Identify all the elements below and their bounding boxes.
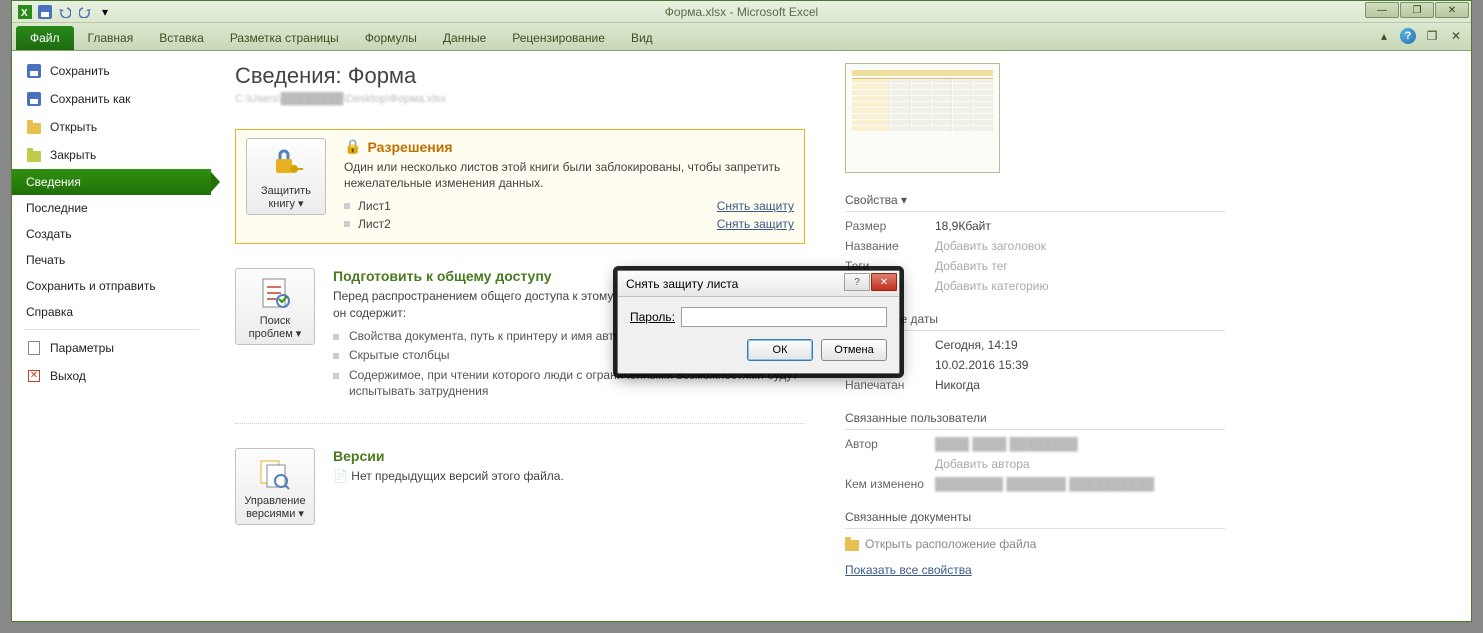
unprotect-link[interactable]: Снять защиту bbox=[717, 199, 794, 213]
tab-page-layout[interactable]: Разметка страницы bbox=[218, 26, 351, 50]
dates-header: Связанные даты bbox=[845, 308, 1225, 331]
minimize-ribbon-icon[interactable]: ▴ bbox=[1375, 27, 1393, 45]
nav-help[interactable]: Справка bbox=[12, 299, 211, 325]
nav-close[interactable]: Закрыть bbox=[12, 141, 211, 169]
dialog-close-button[interactable]: ✕ bbox=[871, 273, 897, 291]
sheet-row: Лист2 Снять защиту bbox=[344, 215, 794, 233]
tab-view[interactable]: Вид bbox=[619, 26, 665, 50]
folder-open-icon bbox=[26, 119, 42, 135]
qat-dropdown-icon[interactable]: ▾ bbox=[96, 3, 114, 21]
lock-small-icon: 🔒 bbox=[344, 138, 361, 155]
ribbon: Файл Главная Вставка Разметка страницы Ф… bbox=[12, 23, 1471, 51]
excel-icon: X bbox=[16, 3, 34, 21]
save-icon bbox=[26, 63, 42, 79]
users-header: Связанные пользователи bbox=[845, 407, 1225, 430]
nav-save-as[interactable]: Сохранить как bbox=[12, 85, 211, 113]
properties-pane: Свойства ▾ Размер18,9Кбайт НазваниеДобав… bbox=[845, 63, 1225, 621]
tab-data[interactable]: Данные bbox=[431, 26, 498, 50]
restore-button[interactable]: ❐ bbox=[1400, 2, 1434, 18]
nav-exit[interactable]: ✕Выход bbox=[12, 362, 211, 390]
file-path: C:\Users\████████\Desktop\Форма.xlsx bbox=[235, 93, 805, 105]
manage-versions-button[interactable]: Управление версиями ▾ bbox=[235, 448, 315, 525]
backstage-nav: Сохранить Сохранить как Открыть Закрыть … bbox=[12, 51, 211, 621]
permissions-block: Защитить книгу ▾ 🔒Разрешения Один или не… bbox=[235, 129, 805, 244]
permissions-desc: Один или несколько листов этой книги был… bbox=[344, 159, 794, 191]
checklist-icon bbox=[257, 275, 293, 311]
dialog-titlebar[interactable]: Снять защиту листа ? ✕ bbox=[618, 271, 899, 297]
password-label: Пароль: bbox=[630, 310, 675, 324]
versions-block: Управление версиями ▾ Версии 📄 Нет преды… bbox=[235, 448, 805, 547]
nav-new[interactable]: Создать bbox=[12, 221, 211, 247]
check-issues-button[interactable]: Поиск проблем ▾ bbox=[235, 268, 315, 345]
versions-none: 📄 Нет предыдущих версий этого файла. bbox=[333, 468, 805, 484]
minimize-button[interactable]: — bbox=[1365, 2, 1399, 18]
nav-info[interactable]: Сведения bbox=[12, 169, 211, 195]
close-file-icon bbox=[26, 147, 42, 163]
show-all-properties-link[interactable]: Показать все свойства bbox=[845, 563, 972, 577]
permissions-heading: 🔒Разрешения bbox=[344, 138, 794, 155]
nav-options[interactable]: Параметры bbox=[12, 334, 211, 362]
tab-formulas[interactable]: Формулы bbox=[353, 26, 429, 50]
tab-home[interactable]: Главная bbox=[76, 26, 146, 50]
quick-access-toolbar: X ▾ bbox=[12, 3, 114, 21]
password-input[interactable] bbox=[681, 307, 887, 327]
help-icon[interactable]: ? bbox=[1399, 27, 1417, 45]
undo-icon[interactable] bbox=[56, 3, 74, 21]
lock-key-icon bbox=[268, 145, 304, 181]
versions-heading: Версии bbox=[333, 448, 805, 464]
nav-print[interactable]: Печать bbox=[12, 247, 211, 273]
save-icon[interactable] bbox=[36, 3, 54, 21]
tab-file[interactable]: Файл bbox=[16, 26, 74, 50]
dialog-help-button[interactable]: ? bbox=[844, 273, 870, 291]
exit-icon: ✕ bbox=[26, 368, 42, 384]
svg-text:X: X bbox=[21, 8, 28, 19]
docs-header: Связанные документы bbox=[845, 506, 1225, 529]
redo-icon[interactable] bbox=[76, 3, 94, 21]
tab-insert[interactable]: Вставка bbox=[147, 26, 216, 50]
nav-open[interactable]: Открыть bbox=[12, 113, 211, 141]
protect-workbook-button[interactable]: Защитить книгу ▾ bbox=[246, 138, 326, 215]
nav-save[interactable]: Сохранить bbox=[12, 57, 211, 85]
properties-dropdown[interactable]: Свойства ▾ bbox=[845, 189, 1225, 212]
document-thumbnail[interactable] bbox=[845, 63, 1000, 173]
cancel-button[interactable]: Отмена bbox=[821, 339, 887, 361]
versions-icon bbox=[257, 455, 293, 491]
title-bar: X ▾ Форма.xlsx - Microsoft Excel — ❐ ✕ bbox=[12, 1, 1471, 23]
open-file-location[interactable]: Открыть расположение файла bbox=[845, 533, 1225, 555]
doc-restore-icon[interactable]: ❐ bbox=[1423, 27, 1441, 45]
save-as-icon bbox=[26, 91, 42, 107]
folder-icon bbox=[845, 540, 859, 551]
nav-recent[interactable]: Последние bbox=[12, 195, 211, 221]
unprotect-sheet-dialog: Снять защиту листа ? ✕ Пароль: ОК Отмена bbox=[617, 270, 900, 374]
ok-button[interactable]: ОК bbox=[747, 339, 813, 361]
unprotect-link[interactable]: Снять защиту bbox=[717, 217, 794, 231]
doc-close-icon[interactable]: ✕ bbox=[1447, 27, 1465, 45]
page-title: Сведения: Форма bbox=[235, 63, 805, 89]
tab-review[interactable]: Рецензирование bbox=[500, 26, 617, 50]
window-title: Форма.xlsx - Microsoft Excel bbox=[665, 5, 818, 19]
options-icon bbox=[26, 340, 42, 356]
close-button[interactable]: ✕ bbox=[1435, 2, 1469, 18]
sheet-row: Лист1 Снять защиту bbox=[344, 197, 794, 215]
nav-save-send[interactable]: Сохранить и отправить bbox=[12, 273, 211, 299]
